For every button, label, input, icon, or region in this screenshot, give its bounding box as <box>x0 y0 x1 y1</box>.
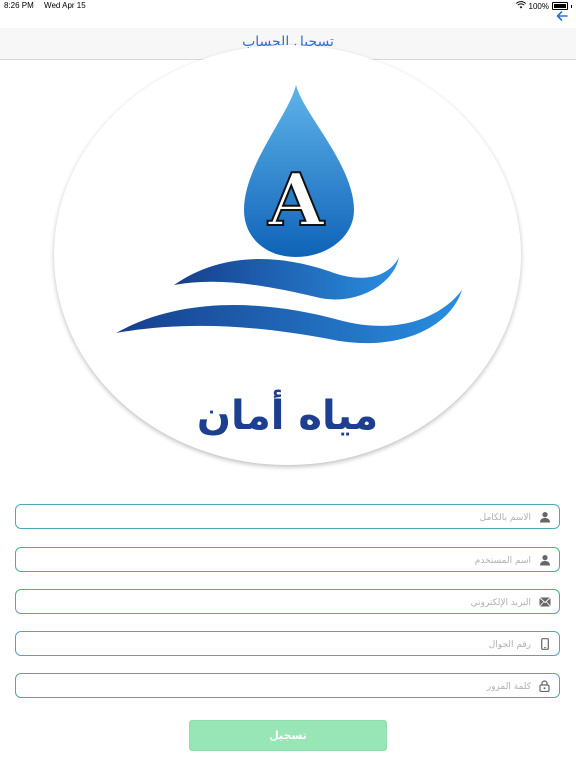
back-button[interactable] <box>554 7 570 23</box>
logo-text: مياه أمان <box>196 393 379 439</box>
envelope-icon <box>538 595 551 608</box>
wifi-icon <box>515 1 526 11</box>
email-field[interactable] <box>15 589 560 614</box>
person-icon <box>538 510 551 523</box>
logo-circle: A مياه أمان <box>54 45 521 465</box>
status-time: 8:26 PM <box>4 1 34 10</box>
phone-field[interactable] <box>15 631 560 656</box>
battery-percent: 100% <box>528 1 549 11</box>
arrow-left-icon <box>556 6 568 25</box>
phone-icon <box>538 637 551 650</box>
full-name-input[interactable] <box>24 507 533 528</box>
status-left: 8:26 PM Wed Apr 15 <box>4 1 94 10</box>
battery-tip <box>571 4 572 8</box>
email-input[interactable] <box>24 592 533 613</box>
status-date: Wed Apr 15 <box>44 1 86 10</box>
phone-input[interactable] <box>24 634 533 655</box>
password-input[interactable] <box>24 676 533 697</box>
register-button[interactable]: تسجيل <box>189 720 387 751</box>
password-field[interactable] <box>15 673 560 698</box>
lock-icon <box>538 679 551 692</box>
username-field[interactable] <box>15 547 560 572</box>
status-bar: 8:26 PM Wed Apr 15 100% <box>0 0 576 12</box>
person-icon <box>538 553 551 566</box>
username-input[interactable] <box>24 550 533 571</box>
full-name-field[interactable] <box>15 504 560 529</box>
logo-letter: A <box>267 156 325 243</box>
